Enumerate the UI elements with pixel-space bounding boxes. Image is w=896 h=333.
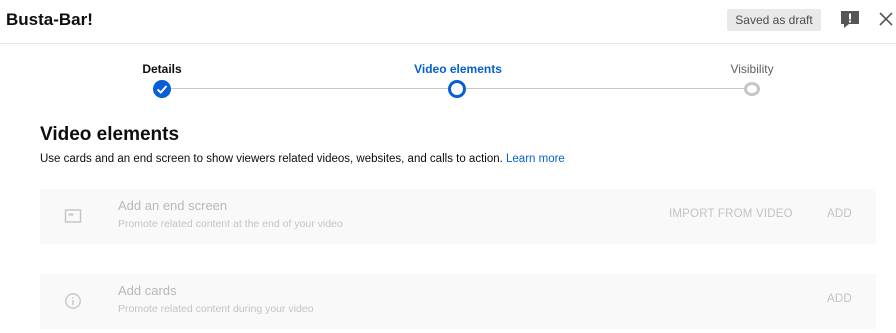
info-icon bbox=[65, 293, 81, 309]
add-cards-button[interactable]: ADD bbox=[827, 293, 852, 305]
description-text: Use cards and an end screen to show view… bbox=[40, 153, 503, 165]
end-screen-icon bbox=[64, 209, 82, 223]
step-details-label[interactable]: Details bbox=[102, 62, 222, 76]
cards-card: Add cards Promote related content during… bbox=[40, 274, 876, 329]
learn-more-link[interactable]: Learn more bbox=[506, 153, 565, 165]
step-video-elements-label[interactable]: Video elements bbox=[398, 62, 518, 76]
import-from-video-button[interactable]: IMPORT FROM VIDEO bbox=[669, 208, 793, 220]
video-title: Busta-Bar! bbox=[6, 10, 93, 29]
end-screen-title: Add an end screen bbox=[118, 198, 228, 213]
step-visibility-dot[interactable] bbox=[744, 82, 760, 96]
section-title: Video elements bbox=[40, 124, 180, 145]
cards-title: Add cards bbox=[118, 283, 177, 298]
cards-subtitle: Promote related content during your vide… bbox=[118, 303, 314, 315]
feedback-icon[interactable] bbox=[840, 10, 860, 28]
step-visibility-label[interactable]: Visibility bbox=[692, 62, 812, 76]
section-description: Use cards and an end screen to show view… bbox=[40, 153, 565, 165]
stepper-line bbox=[171, 88, 448, 89]
saved-as-draft-badge: Saved as draft bbox=[727, 9, 821, 31]
dialog-header: Busta-Bar! Saved as draft bbox=[0, 0, 896, 44]
step-video-elements-dot[interactable] bbox=[448, 80, 466, 98]
close-icon[interactable] bbox=[877, 10, 895, 28]
stepper-line bbox=[466, 88, 744, 89]
add-end-screen-button[interactable]: ADD bbox=[827, 208, 852, 220]
end-screen-subtitle: Promote related content at the end of yo… bbox=[118, 218, 343, 230]
end-screen-card: Add an end screen Promote related conten… bbox=[40, 189, 876, 244]
step-details-check-icon[interactable] bbox=[153, 80, 171, 98]
